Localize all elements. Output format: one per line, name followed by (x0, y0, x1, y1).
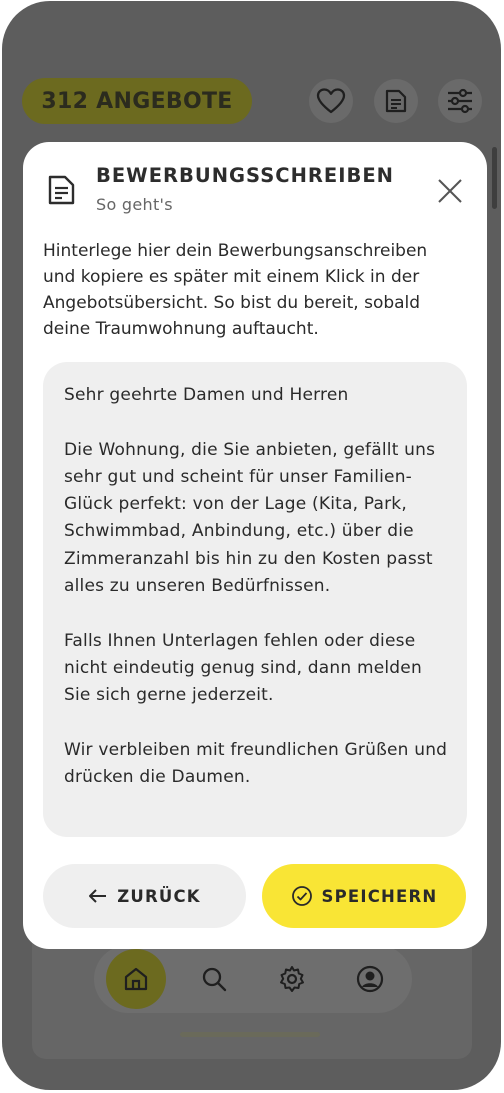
cover-letter-modal: BEWERBUNGSSCHREIBEN So geht's Hinterlege… (23, 142, 487, 949)
favorites-button[interactable] (309, 79, 353, 123)
scrollbar[interactable] (492, 147, 497, 209)
heart-icon (316, 88, 346, 114)
letter-salutation: Sehr geehrte Damen und Herren (64, 385, 349, 405)
intro-text: Hinterlege hier dein Bewerbungsanschreib… (43, 241, 428, 339)
save-button[interactable]: SPEICHERN (262, 864, 466, 928)
close-button[interactable] (433, 174, 467, 208)
application-letter-button[interactable] (374, 79, 418, 123)
back-button[interactable]: ZURÜCK (43, 864, 246, 928)
cover-letter-textarea[interactable]: Sehr geehrte Damen und Herren Die Wohnun… (43, 362, 467, 837)
save-button-label: SPEICHERN (321, 886, 438, 906)
modal-title: BEWERBUNGSSCHREIBEN (96, 164, 394, 187)
arrow-left-icon (89, 889, 107, 903)
user-icon (356, 965, 384, 993)
filter-button[interactable] (438, 79, 482, 123)
back-button-label: ZURÜCK (117, 886, 201, 906)
gear-icon (280, 966, 304, 992)
letter-paragraph: Falls Ihnen Unterlagen fehlen oder diese… (64, 630, 422, 706)
document-icon (48, 175, 75, 205)
nav-profile[interactable] (340, 949, 400, 1009)
home-icon (124, 967, 148, 991)
offer-count-badge[interactable]: 312 ANGEBOTE (22, 78, 252, 124)
phone-screen: 312 ANGEBOTE BEWERBUNGSSCHREIBEN So geht… (2, 1, 501, 1090)
modal-subtitle: So geht's (96, 195, 173, 214)
home-indicator (180, 1032, 320, 1037)
letter-paragraph: Die Wohnung, die Sie anbieten, gefällt u… (64, 439, 436, 597)
cover-letter-content: Sehr geehrte Damen und Herren Die Wohnun… (64, 382, 452, 791)
nav-settings[interactable] (262, 949, 322, 1009)
close-icon (438, 179, 462, 203)
sliders-icon (448, 88, 472, 114)
letter-closing: Wir verbleiben mit freundlichen Grüßen u… (64, 739, 448, 788)
check-circle-icon (291, 886, 312, 906)
search-icon (202, 967, 227, 992)
document-icon (385, 89, 407, 113)
offer-count-label: 312 ANGEBOTE (41, 88, 233, 114)
bottom-navigation (94, 945, 412, 1013)
nav-search[interactable] (184, 949, 244, 1009)
nav-home[interactable] (106, 949, 166, 1009)
